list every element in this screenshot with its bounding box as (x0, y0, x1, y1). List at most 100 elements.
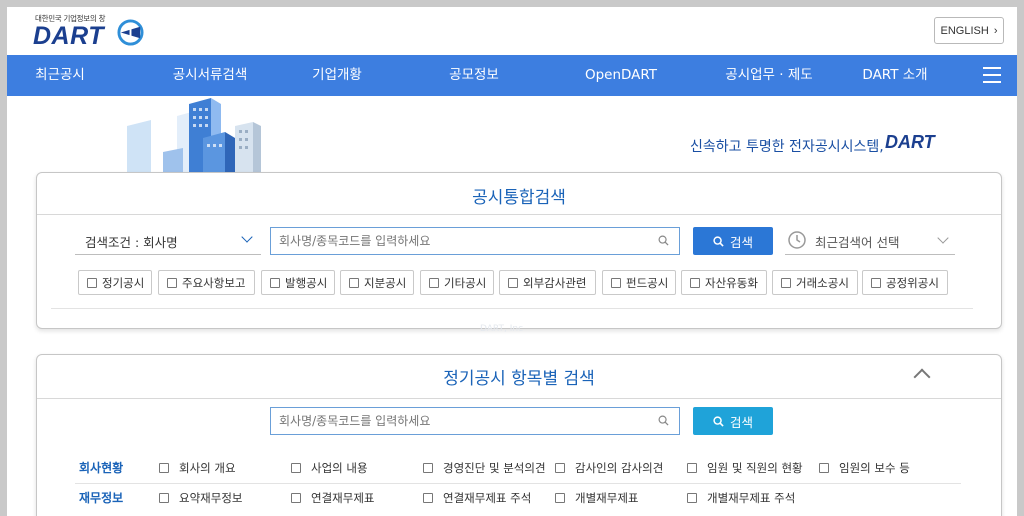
checkbox-icon (819, 463, 829, 473)
search-icon (658, 235, 669, 246)
checkbox-icon (167, 277, 177, 288)
logo-mark-icon (117, 19, 144, 46)
checkbox-icon (871, 277, 881, 288)
checkbox-icon (555, 463, 565, 473)
checkbox-icon (555, 493, 565, 503)
main-nav: 최근공시 공시서류검색 기업개황 공모정보 OpenDART 공시업무 · 제도… (7, 55, 1017, 96)
option-business-content[interactable]: 사업의 내용 (291, 460, 368, 476)
option-auditor-opinion[interactable]: 감사인의 감사의견 (555, 460, 663, 476)
english-button-label: ENGLISH (940, 24, 989, 37)
option-consolidated-fs-notes[interactable]: 연결재무제표 주석 (423, 490, 531, 506)
logo-text: DART (33, 22, 104, 50)
option-label: 임원 및 직원의 현황 (707, 461, 803, 475)
option-label: 요약재무정보 (179, 491, 243, 505)
periodic-search-button[interactable]: 검색 (693, 407, 773, 435)
filter-label: 기타공시 (444, 275, 487, 290)
integrated-search-panel: 공시통합검색 검색조건 : 회사명 검색 최근검색어 선택 정 (36, 172, 1002, 334)
panel-title-divider (37, 214, 1001, 215)
clock-icon (788, 231, 806, 249)
filter-label: 자산유동화 (705, 275, 758, 290)
recent-search-label: 최근검색어 선택 (815, 235, 900, 250)
filter-label: 정기공시 (102, 275, 145, 290)
checkbox-icon (611, 277, 621, 288)
filter-label: 펀드공시 (626, 275, 669, 290)
option-executives-employees[interactable]: 임원 및 직원의 현황 (687, 460, 803, 476)
checkbox-icon (423, 493, 433, 503)
nav-item-about-dart[interactable]: DART 소개 (862, 55, 927, 96)
company-search-input[interactable] (270, 227, 680, 255)
hamburger-icon[interactable] (983, 67, 1001, 83)
checkbox-icon (159, 493, 169, 503)
search-condition-label: 검색조건 : 회사명 (85, 235, 178, 250)
panel-title-divider (37, 398, 1001, 399)
checkbox-icon (781, 277, 791, 288)
periodic-company-search-input[interactable] (270, 407, 680, 435)
option-consolidated-fs[interactable]: 연결재무제표 (291, 490, 374, 506)
option-label: 임원의 보수 등 (839, 461, 910, 475)
search-icon (713, 415, 724, 427)
nav-item-offering-info[interactable]: 공모정보 (449, 55, 499, 96)
option-label: 감사인의 감사의견 (575, 461, 664, 475)
watermark: DART, Inc (480, 324, 524, 334)
option-executive-compensation[interactable]: 임원의 보수 등 (819, 460, 910, 476)
english-button[interactable]: ENGLISH › (934, 17, 1004, 44)
filter-label: 지분공시 (364, 275, 407, 290)
nav-item-company-overview[interactable]: 기업개황 (312, 55, 362, 96)
checkbox-icon (159, 463, 169, 473)
option-label: 경영진단 및 분석의견 (443, 461, 546, 475)
checkbox-icon (687, 463, 697, 473)
checkbox-icon (291, 463, 301, 473)
chevron-down-icon (241, 231, 253, 243)
checkbox-icon (270, 277, 280, 288)
filter-exchange[interactable]: 거래소공시 (772, 270, 858, 295)
banner: 신속하고 투명한 전자공시시스템, DART (7, 96, 1017, 172)
option-separate-fs-notes[interactable]: 개별재무제표 주석 (687, 490, 795, 506)
filter-label: 주요사항보고 (182, 275, 246, 290)
recent-search-select[interactable]: 최근검색어 선택 (785, 227, 955, 255)
option-label: 연결재무제표 (311, 491, 375, 505)
filter-label: 발행공시 (285, 275, 328, 290)
filter-label: 공정위공시 (886, 275, 939, 290)
filter-asset-securitization[interactable]: 자산유동화 (681, 270, 767, 295)
periodic-search-title: 정기공시 항목별 검색 (443, 369, 595, 389)
filter-issuance[interactable]: 발행공시 (261, 270, 335, 295)
checkbox-icon (291, 493, 301, 503)
category-company-status: 회사현황 (79, 461, 124, 475)
checkbox-icon (687, 493, 697, 503)
filter-periodic[interactable]: 정기공시 (78, 270, 152, 295)
slogan: 신속하고 투명한 전자공시시스템, (690, 139, 884, 155)
option-separate-fs[interactable]: 개별재무제표 (555, 490, 638, 506)
integrated-search-button[interactable]: 검색 (693, 227, 773, 255)
filter-equity[interactable]: 지분공시 (340, 270, 414, 295)
chevron-right-icon: › (993, 24, 998, 37)
option-label: 연결재무제표 주석 (443, 491, 532, 505)
option-company-overview[interactable]: 회사의 개요 (159, 460, 236, 476)
dart-logo[interactable]: 대한민국 기업정보의 창 DART (33, 13, 163, 51)
filter-label: 외부감사관련 (523, 275, 587, 290)
option-label: 회사의 개요 (179, 461, 236, 475)
nav-item-document-search[interactable]: 공시서류검색 (173, 55, 248, 96)
category-row-divider (75, 483, 961, 484)
option-management-analysis[interactable]: 경영진단 및 분석의견 (423, 460, 546, 476)
search-button-label: 검색 (729, 234, 753, 250)
checkbox-icon (429, 277, 439, 288)
city-buildings-illustration (127, 98, 261, 172)
filter-other[interactable]: 기타공시 (420, 270, 494, 295)
search-icon (713, 235, 724, 247)
filter-ftc[interactable]: 공정위공시 (862, 270, 948, 295)
filter-major-matters[interactable]: 주요사항보고 (158, 270, 255, 295)
integrated-search-title: 공시통합검색 (472, 188, 566, 208)
option-label: 사업의 내용 (311, 461, 368, 475)
search-icon (658, 415, 669, 426)
page-frame: 대한민국 기업정보의 창 DART ENGLISH › 최근공시 공시서류검색 … (7, 7, 1017, 516)
nav-item-disclosure-system[interactable]: 공시업무 · 제도 (725, 55, 812, 96)
option-summary-financials[interactable]: 요약재무정보 (159, 490, 242, 506)
checkbox-icon (690, 277, 700, 288)
search-condition-select[interactable]: 검색조건 : 회사명 (75, 227, 261, 255)
nav-item-opendart[interactable]: OpenDART (585, 55, 657, 96)
filter-external-audit[interactable]: 외부감사관련 (499, 270, 596, 295)
filter-fund[interactable]: 펀드공시 (602, 270, 676, 295)
option-label: 개별재무제표 (575, 491, 639, 505)
nav-item-recent-disclosure[interactable]: 최근공시 (35, 55, 85, 96)
checkbox-icon (349, 277, 359, 288)
